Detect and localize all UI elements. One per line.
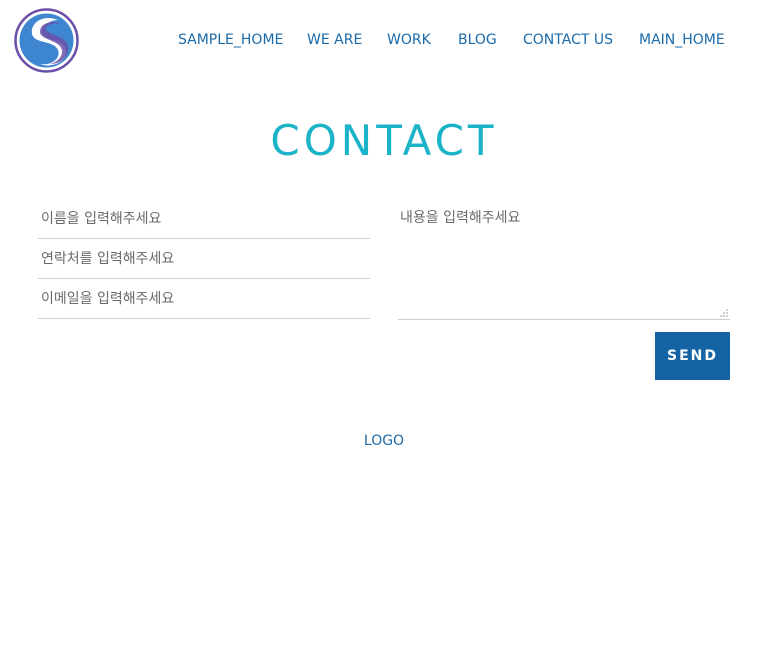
send-button[interactable]: SEND	[655, 332, 730, 380]
nav-item-we-are[interactable]: WE ARE	[307, 31, 362, 49]
phone-field[interactable]	[38, 239, 370, 279]
nav-item-main-home[interactable]: MAIN_HOME	[639, 31, 725, 49]
footer-logo-link[interactable]: LOGO	[0, 432, 768, 450]
main-nav: SAMPLE_HOME WE ARE WORK BLOG CONTACT US …	[0, 31, 768, 51]
page-title: CONTACT	[270, 116, 498, 165]
page: SAMPLE_HOME WE ARE WORK BLOG CONTACT US …	[0, 0, 768, 670]
nav-item-work[interactable]: WORK	[387, 31, 431, 49]
name-field[interactable]	[38, 199, 370, 239]
message-field[interactable]	[398, 199, 730, 320]
nav-item-blog[interactable]: BLOG	[458, 31, 497, 49]
nav-item-contact-us[interactable]: CONTACT US	[523, 31, 613, 49]
resize-grip-icon[interactable]	[719, 308, 728, 317]
nav-item-sample-home[interactable]: SAMPLE_HOME	[178, 31, 283, 49]
email-field[interactable]	[38, 279, 370, 319]
